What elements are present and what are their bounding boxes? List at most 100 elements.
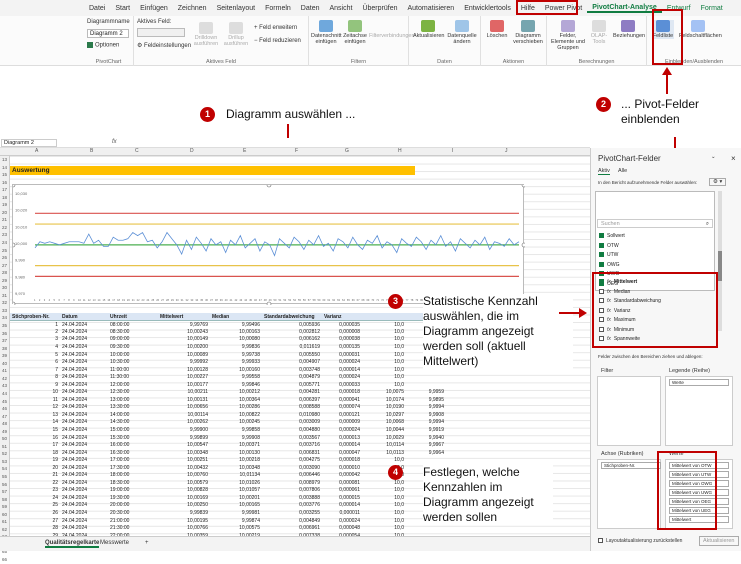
table-cell[interactable]: 0,004880: [262, 426, 322, 434]
table-cell[interactable]: 24.04.2024: [60, 396, 108, 404]
row-header[interactable]: 28: [0, 269, 9, 277]
table-cell[interactable]: 10,0: [362, 456, 406, 464]
table-cell[interactable]: 0,006961: [262, 524, 322, 532]
table-cell[interactable]: 24.04.2024: [60, 358, 108, 366]
table-cell[interactable]: 0,010980: [262, 411, 322, 419]
table-cell[interactable]: 9,99858: [210, 426, 262, 434]
row-header[interactable]: 55: [0, 473, 9, 481]
table-cell[interactable]: 10,00212: [210, 388, 262, 396]
table-header-cell[interactable]: Uhrzeit: [108, 313, 158, 322]
name-box[interactable]: Diagramm 2: [1, 139, 57, 147]
table-cell[interactable]: 9,99846: [210, 381, 262, 389]
table-cell[interactable]: 10,00250: [158, 502, 210, 510]
resize-handle[interactable]: [266, 182, 272, 188]
row-header[interactable]: 31: [0, 292, 9, 300]
row-header[interactable]: 22: [0, 224, 9, 232]
table-cell[interactable]: 0,006446: [262, 471, 322, 479]
table-cell[interactable]: 10,00348: [210, 464, 262, 472]
table-cell[interactable]: 24.04.2024: [60, 471, 108, 479]
table-cell[interactable]: 10,0: [362, 351, 406, 359]
resize-handle[interactable]: [10, 182, 16, 188]
table-cell[interactable]: 0,000061: [322, 487, 362, 495]
table-cell[interactable]: 0,007806: [262, 487, 322, 495]
ribbon-tab-5[interactable]: Formeln: [260, 5, 296, 12]
table-cell[interactable]: 24.04.2024: [60, 524, 108, 532]
insert-slicer-button[interactable]: Datenschnitt einfügen: [311, 20, 342, 45]
table-cell[interactable]: 10,00080: [210, 336, 262, 344]
table-cell[interactable]: 0,000042: [322, 471, 362, 479]
table-cell[interactable]: 9,9940: [406, 434, 446, 442]
table-cell[interactable]: 10,0: [362, 366, 406, 374]
table-cell[interactable]: 2: [10, 328, 60, 336]
row-header[interactable]: 26: [0, 254, 9, 262]
table-cell[interactable]: 24.04.2024: [60, 449, 108, 457]
row-header[interactable]: 66: [0, 556, 9, 564]
column-header-I[interactable]: I: [452, 148, 453, 154]
table-cell[interactable]: 0,000014: [322, 502, 362, 510]
pivot-chart[interactable]: 10,030 10,020 10,010 10,000 9,990 9,980 9,970 1…: [10, 182, 527, 307]
legend-item[interactable]: Werte: [669, 379, 729, 386]
table-cell[interactable]: [406, 524, 446, 532]
table-cell[interactable]: 10,00262: [158, 419, 210, 427]
table-cell[interactable]: 10,00822: [210, 411, 262, 419]
column-header-B[interactable]: B: [90, 148, 93, 154]
table-cell[interactable]: 24: [10, 494, 60, 502]
table-cell[interactable]: 0,011619: [262, 343, 322, 351]
row-header[interactable]: 51: [0, 443, 9, 451]
table-cell[interactable]: 9,99496: [210, 321, 262, 329]
table-cell[interactable]: 9,9994: [406, 419, 446, 427]
table-cell[interactable]: 9,99558: [210, 373, 262, 381]
table-cell[interactable]: 0,004849: [262, 517, 322, 525]
row-header[interactable]: 16: [0, 179, 9, 187]
row-header[interactable]: 41: [0, 367, 9, 375]
table-cell[interactable]: 24.04.2024: [60, 351, 108, 359]
row-header[interactable]: 53: [0, 458, 9, 466]
table-cell[interactable]: 10,0: [362, 373, 406, 381]
table-cell[interactable]: 24.04.2024: [60, 343, 108, 351]
resize-handle[interactable]: [10, 301, 16, 307]
table-header-cell[interactable]: Stichproben-Nr.: [10, 313, 60, 322]
row-header[interactable]: 50: [0, 435, 9, 443]
table-cell[interactable]: 9,9895: [406, 396, 446, 404]
ribbon-tab-9[interactable]: Automatisieren: [402, 5, 459, 12]
table-header-cell[interactable]: Median: [210, 313, 262, 322]
ribbon-tab-4[interactable]: Seitenlayout: [212, 5, 261, 12]
table-cell[interactable]: 22: [10, 479, 60, 487]
table-cell[interactable]: 0,003716: [262, 441, 322, 449]
field-checkbox[interactable]: [599, 252, 604, 258]
table-cell[interactable]: 10,00131: [158, 396, 210, 404]
table-cell[interactable]: 17:00:00: [108, 456, 158, 464]
column-header-E[interactable]: E: [243, 148, 246, 154]
row-header[interactable]: 36: [0, 330, 9, 338]
table-cell[interactable]: 10,0113: [362, 449, 406, 457]
legend-area[interactable]: Werte: [665, 376, 733, 446]
table-cell[interactable]: 0,000018: [322, 388, 362, 396]
table-cell[interactable]: 10,00547: [158, 441, 210, 449]
table-cell[interactable]: 0,000013: [322, 434, 362, 442]
table-cell[interactable]: 9,99839: [158, 509, 210, 517]
resize-handle[interactable]: [521, 182, 527, 188]
row-header[interactable]: 48: [0, 420, 9, 428]
table-cell[interactable]: 10,00432: [158, 464, 210, 472]
ribbon-tab-8[interactable]: Überprüfen: [357, 5, 402, 12]
field-settings-button[interactable]: ⚙ Feldeinstellungen: [137, 42, 191, 49]
table-cell[interactable]: 0,000047: [322, 449, 362, 457]
table-cell[interactable]: 0,000024: [322, 426, 362, 434]
table-cell[interactable]: 19:00:00: [108, 487, 158, 495]
table-cell[interactable]: 0,003776: [262, 502, 322, 510]
pane-options-icon[interactable]: ⌄: [711, 154, 716, 160]
table-cell[interactable]: 10,00251: [158, 456, 210, 464]
axis-item[interactable]: Stichproben-Nr.: [601, 462, 661, 469]
table-cell[interactable]: 9,9908: [406, 411, 446, 419]
row-header[interactable]: 47: [0, 413, 9, 421]
table-cell[interactable]: 10,00160: [210, 366, 262, 374]
table-cell[interactable]: 14: [10, 419, 60, 427]
table-cell[interactable]: 10,0174: [362, 396, 406, 404]
table-cell[interactable]: 10,0: [362, 381, 406, 389]
table-cell[interactable]: 7: [10, 366, 60, 374]
table-cell[interactable]: 0,003888: [262, 494, 322, 502]
column-header-J[interactable]: J: [505, 148, 508, 154]
table-cell[interactable]: 09:00:00: [108, 336, 158, 344]
table-cell[interactable]: 0,000014: [322, 441, 362, 449]
table-cell[interactable]: 0,005771: [262, 381, 322, 389]
